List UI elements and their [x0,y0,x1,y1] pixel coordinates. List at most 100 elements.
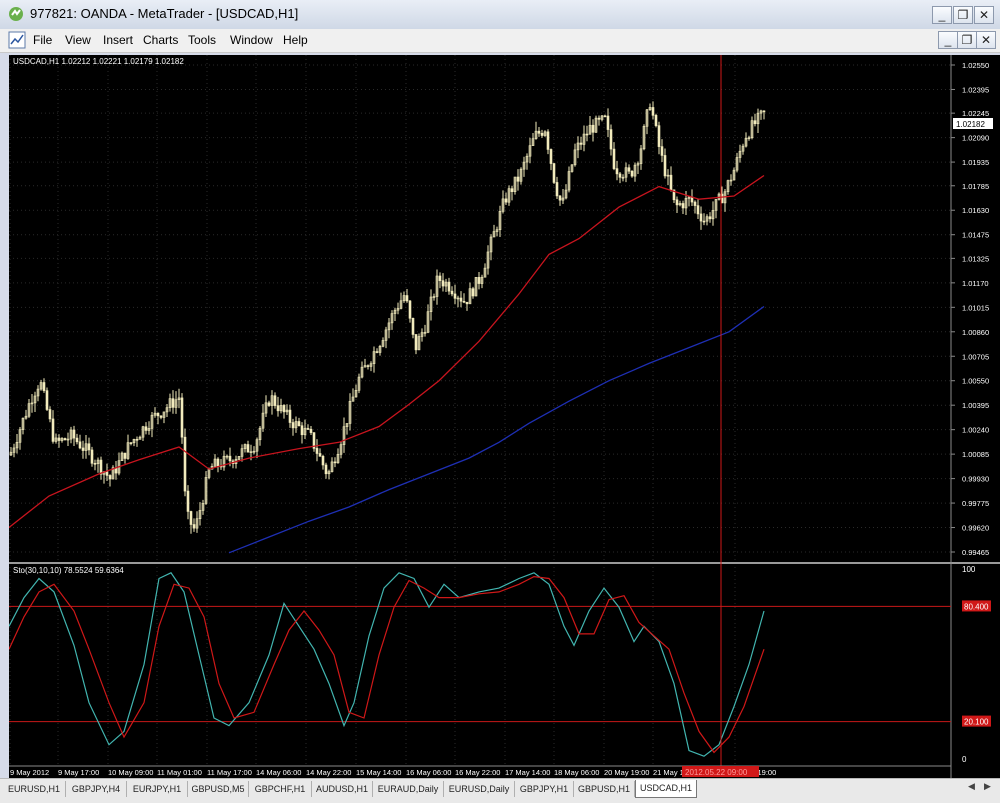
candle-body [306,428,310,430]
candle-body [453,293,457,299]
candle-body [366,365,370,367]
time-tick-label: 16 May 22:00 [455,768,500,777]
indicator-tick-0: 0 [962,755,967,764]
candle-body [186,490,190,512]
indicator-header-label: Sto(30,10,10) 78.5524 59.6364 [13,566,124,575]
tab-eurusd-h1[interactable]: EURUSD,H1 [3,781,66,797]
candle-body [57,437,61,441]
candle-body [63,438,67,441]
tab-gbpusd-h1[interactable]: GBPUSD,H1 [574,781,635,797]
candle-body [273,395,277,406]
metatrader-app-icon [9,7,23,21]
candle-body [657,125,661,147]
tab-euraud-daily[interactable]: EURAUD,Daily [373,781,444,797]
minimize-button[interactable]: _ [932,6,952,24]
window-title: 977821: OANDA - MetaTrader - [USDCAD,H1] [30,6,299,21]
menu-insert[interactable]: Insert [103,33,133,47]
candle-body [459,297,463,302]
time-tick-label: 15 May 14:00 [356,768,401,777]
candle-body [51,418,55,442]
candle-body [540,133,544,136]
time-tick-label: 11 May 01:00 [157,768,202,777]
candle-body [516,176,520,182]
tab-gbpjpy-h4[interactable]: GBPJPY,H4 [66,781,127,797]
candle-body [189,511,193,525]
menu-charts[interactable]: Charts [143,33,178,47]
candle-body [603,115,607,118]
tab-gbpjpy-h1[interactable]: GBPJPY,H1 [515,781,574,797]
price-tick-label: 0.99775 [962,499,989,508]
symbol-tabs-bar: EURUSD,H1 GBPJPY,H4 EURJPY,H1 GBPUSD,M5 … [0,778,1000,803]
candle-body [753,120,757,125]
candle-body [411,317,415,335]
tab-audusd-h1[interactable]: AUDUSD,H1 [312,781,373,797]
time-tick-label: 18 May 06:00 [554,768,599,777]
price-tick-label: 1.00705 [962,352,989,361]
chart-window[interactable]: 1.02550 1.02395 1.02245 1.02090 1.01935 1.017… [8,55,1000,778]
menu-tools[interactable]: Tools [188,33,216,47]
price-chart[interactable]: 1.02550 1.02395 1.02245 1.02090 1.01935 1.017… [8,55,1000,778]
menu-view[interactable]: View [65,33,91,47]
candle-body [309,428,313,433]
level-20-label: 20.100 [964,718,989,727]
title-bar: 977821: OANDA - MetaTrader - [USDCAD,H1]… [0,0,1000,30]
candle-body [549,149,553,164]
tabs-scroll-left-icon[interactable]: ◀ [968,781,980,795]
time-tick-label: 20 May 19:00 [604,768,649,777]
price-tick-label: 1.01170 [962,279,989,288]
current-price-label: 1.02182 [956,120,985,129]
tab-eurusd-daily[interactable]: EURUSD,Daily [444,781,515,797]
tab-eurjpy-h1[interactable]: EURJPY,H1 [127,781,188,797]
price-tick-label: 1.00860 [962,328,989,337]
candle-body [42,382,46,391]
candle-body [129,442,133,444]
tab-gbpchf-h1[interactable]: GBPCHF,H1 [249,781,312,797]
stochastic-signal-line [8,575,765,754]
time-tick-label: 14 May 22:00 [306,768,351,777]
candle-body [375,351,379,353]
fast-moving-average-line [8,174,765,529]
candle-body [462,300,466,303]
candle-body [654,115,658,126]
candle-body [81,447,85,451]
restore-button[interactable]: ❐ [953,6,973,24]
tab-usdcad-h1[interactable]: USDCAD,H1 [635,780,697,798]
candle-body [693,201,697,206]
candles [9,101,766,534]
tab-gbpusd-m5[interactable]: GBPUSD,M5 [188,781,249,797]
level-80-label: 80.400 [964,602,989,611]
candle-body [228,455,232,462]
price-tick-label: 1.01785 [962,182,989,191]
menu-window[interactable]: Window [230,33,273,47]
chart-header-label: USDCAD,H1 1.02212 1.02221 1.02179 1.0218… [13,57,184,66]
price-tick-label: 1.00550 [962,377,989,386]
candle-body [627,167,631,172]
menu-help[interactable]: Help [283,33,308,47]
candle-body [123,452,127,459]
candle-body [135,438,139,441]
price-tick-label: 1.01475 [962,231,989,240]
candle-body [105,471,109,476]
candle-body [669,174,673,191]
candle-body [183,436,187,492]
tabs-scroll-right-icon[interactable]: ▶ [984,781,996,795]
price-tick-label: 1.02090 [962,134,989,143]
menu-file[interactable]: File [33,33,52,47]
candle-body [93,463,97,465]
indicator-tick-100: 100 [962,565,976,574]
candle-body [216,458,220,467]
close-button[interactable]: ✕ [974,6,994,24]
child-minimize-button[interactable]: _ [938,31,958,49]
price-axis-ticks: 1.02550 1.02395 1.02245 1.02090 1.01935 1.017… [951,61,989,557]
time-tick-label: 9 May 17:00 [58,768,99,777]
candle-body [99,459,103,475]
candle-body [663,155,667,177]
candle-body [171,398,175,408]
price-tick-label: 0.99620 [962,524,989,533]
child-close-button[interactable]: ✕ [976,31,996,49]
price-tick-label: 1.01630 [962,206,989,215]
candle-body [762,110,766,113]
child-restore-button[interactable]: ❐ [957,31,977,49]
candle-body [246,444,250,453]
candle-body [606,115,610,130]
